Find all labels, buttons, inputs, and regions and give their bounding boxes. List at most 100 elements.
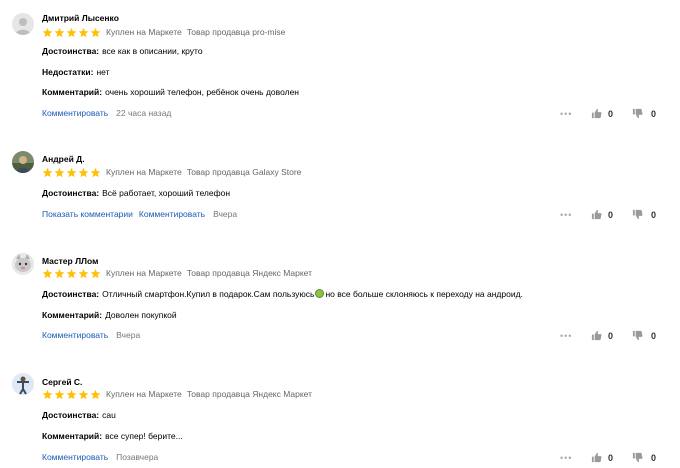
star-icon — [90, 389, 101, 399]
default-user-icon — [12, 13, 34, 35]
avatar[interactable] — [12, 13, 34, 35]
review-actions: Комментировать Позавчера — [42, 452, 158, 462]
likes-count: 0 — [608, 210, 614, 220]
field-label: Достоинства: — [42, 289, 100, 299]
photo-avatar-icon — [12, 151, 34, 173]
star-icon — [54, 389, 65, 399]
star-icon — [90, 167, 101, 177]
comment-link[interactable]: Комментировать — [42, 452, 108, 462]
pros-field: Достоинства: Отличный смартфон.Купил в по… — [42, 289, 523, 299]
rating-stars — [42, 268, 101, 279]
star-icon — [78, 27, 89, 37]
field-text: очень хороший телефон, ребёнок очень дов… — [105, 87, 300, 97]
rating-stars — [42, 27, 101, 38]
star-icon — [90, 27, 101, 37]
field-text: но все больше склоняюсь к переходу на ан… — [325, 289, 523, 299]
review-meta: Куплен на Маркете Товар продавца pro-mis… — [42, 26, 290, 38]
thumbs-down-icon[interactable] — [632, 452, 643, 463]
more-dots-icon[interactable]: ••• — [560, 332, 572, 341]
show-comments-link[interactable]: Показать комментарии — [42, 209, 133, 219]
star-icon — [54, 268, 65, 278]
field-text: все как в описании, круто — [102, 46, 203, 56]
field-text: Всё работает, хороший телефон — [102, 188, 231, 198]
thumbs-up-icon[interactable] — [591, 330, 602, 341]
review-time: Вчера — [213, 209, 238, 219]
thumbs-up-icon[interactable] — [591, 209, 602, 220]
more-dots-icon[interactable]: ••• — [560, 110, 572, 119]
pros-field: Достоинства: все как в описании, круто — [42, 46, 203, 56]
field-label: Комментарий: — [42, 431, 103, 441]
seller-label: Товар продавца pro-mise — [186, 27, 286, 37]
likes-count: 0 — [608, 331, 614, 341]
comment-link[interactable]: Комментировать — [42, 330, 108, 340]
more-dots-icon[interactable]: ••• — [560, 211, 572, 220]
review-meta: Куплен на Маркете Товар продавца Galaxy … — [42, 166, 306, 178]
field-label: Достоинства: — [42, 188, 100, 198]
thumbs-up-icon[interactable] — [591, 452, 602, 463]
likes-count: 0 — [608, 453, 614, 463]
avatar[interactable] — [12, 253, 34, 275]
dislikes-count: 0 — [651, 453, 657, 463]
review-time: Позавчера — [116, 452, 159, 462]
comment-link[interactable]: Комментировать — [42, 108, 108, 118]
pros-field: Достоинства: сau — [42, 410, 116, 420]
avatar[interactable] — [12, 373, 34, 395]
comment-field: Комментарий: все супер! берите... — [42, 431, 183, 441]
review-actions: Комментировать 22 часа назад — [42, 108, 171, 118]
field-label: Достоинства: — [42, 46, 100, 56]
star-icon — [66, 389, 77, 399]
bought-label: Куплен на Маркете — [106, 27, 182, 37]
thumbs-up-icon[interactable] — [591, 108, 602, 119]
likes-count: 0 — [608, 109, 614, 119]
star-icon — [66, 167, 77, 177]
cat-avatar-icon — [12, 253, 34, 275]
person-avatar-icon — [12, 373, 34, 395]
avatar[interactable] — [12, 151, 34, 173]
rating-stars — [42, 389, 101, 400]
star-icon — [42, 389, 53, 399]
star-icon — [54, 27, 65, 37]
dislikes-count: 0 — [651, 331, 657, 341]
seller-label: Товар продавца Яндекс Маркет — [186, 268, 313, 278]
comment-link[interactable]: Комментировать — [139, 209, 205, 219]
star-icon — [54, 167, 65, 177]
field-text: все супер! берите... — [105, 431, 183, 441]
bought-label: Куплен на Маркете — [106, 268, 182, 278]
star-icon — [78, 389, 89, 399]
vote-controls: ••• 0 0 — [560, 108, 664, 120]
thumbs-down-icon[interactable] — [632, 108, 643, 119]
more-dots-icon[interactable]: ••• — [560, 454, 572, 463]
seller-label: Товар продавца Galaxy Store — [186, 167, 302, 177]
comment-field: Комментарий: очень хороший телефон, ребён… — [42, 87, 299, 97]
star-icon — [78, 167, 89, 177]
pros-field: Достоинства: Всё работает, хороший телефо… — [42, 188, 230, 198]
bought-label: Куплен на Маркете — [106, 389, 182, 399]
field-label: Недостатки: — [42, 67, 94, 77]
green-apple-emoji-icon — [315, 289, 325, 298]
field-label: Комментарий: — [42, 310, 103, 320]
star-icon — [90, 268, 101, 278]
thumbs-down-icon[interactable] — [632, 330, 643, 341]
field-label: Комментарий: — [42, 87, 103, 97]
rating-stars — [42, 167, 101, 178]
field-text: нет — [96, 67, 110, 77]
review-actions: Комментировать Вчера — [42, 330, 140, 340]
review-actions: Показать комментарии Комментировать Вчер… — [42, 209, 237, 219]
star-icon — [42, 27, 53, 37]
author-name[interactable]: Сергей С. — [42, 377, 82, 387]
bought-label: Куплен на Маркете — [106, 167, 182, 177]
dislikes-count: 0 — [651, 109, 657, 119]
dislikes-count: 0 — [651, 210, 657, 220]
comment-field: Комментарий: Доволен покупкой — [42, 310, 177, 320]
review-meta: Куплен на Маркете Товар продавца Яндекс … — [42, 388, 317, 400]
vote-controls: ••• 0 0 — [560, 330, 664, 342]
field-text: сau — [102, 410, 116, 420]
star-icon — [42, 167, 53, 177]
seller-label: Товар продавца Яндекс Маркет — [186, 389, 313, 399]
thumbs-down-icon[interactable] — [632, 209, 643, 220]
field-text: Доволен покупкой — [105, 310, 177, 320]
author-name[interactable]: Мастер ЛЛом — [42, 256, 98, 266]
author-name[interactable]: Дмитрий Лысенко — [42, 13, 119, 23]
field-text: Отличный смартфон.Купил в подарок.Сам по… — [102, 289, 315, 299]
author-name[interactable]: Андрей Д. — [42, 154, 85, 164]
